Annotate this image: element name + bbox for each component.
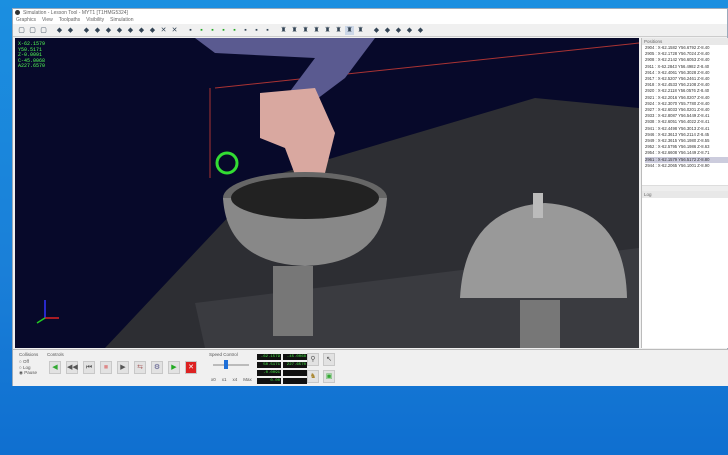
jump-button[interactable]: ⇆ (134, 361, 146, 374)
tool-2-icon[interactable]: ◆ (93, 26, 102, 35)
machine-4-icon[interactable]: ♜ (312, 26, 321, 35)
quad-view-icon[interactable]: ▢ (39, 26, 48, 35)
menu-view[interactable]: View (42, 17, 53, 24)
tool-marker (215, 151, 239, 175)
coordinate-readout: X-62.1579 Y50.5171 Z-0.0091 C-45.0068 A227.6… (18, 41, 46, 70)
close-x-icon[interactable]: ✕ (159, 26, 168, 35)
positions-panel: Positions 2904 : X-62.1582 Y56.6792 Z-8.… (641, 38, 728, 348)
rewind-start-button[interactable]: ◀ (49, 361, 61, 374)
machine-3-icon[interactable]: ♜ (301, 26, 310, 35)
machine-2-icon[interactable]: ♜ (290, 26, 299, 35)
axis-value-display: 50.5171 (257, 362, 281, 368)
coord-a: A227.6570 (18, 63, 46, 69)
speed-tick-label: x0 (211, 377, 216, 382)
menu-simulation[interactable]: Simulation (110, 17, 133, 24)
pedestal-left (273, 266, 313, 336)
split-view-icon[interactable]: ▢ (28, 26, 37, 35)
controls-label: Controls (47, 352, 64, 357)
speed-slider-thumb[interactable] (224, 360, 229, 369)
close-x2-icon[interactable]: ✕ (170, 26, 179, 35)
pointer-button[interactable]: ↖ (323, 353, 335, 366)
menu-toolpaths[interactable]: Toolpaths (59, 17, 80, 24)
machine-8-icon[interactable]: ♜ (356, 26, 365, 35)
fixture-button[interactable]: ▣ (323, 370, 335, 383)
simulation-scene (36, 38, 639, 348)
speed-tick-label: x1 (221, 377, 227, 382)
layer-5-icon[interactable]: ▪ (230, 26, 239, 35)
positions-list[interactable]: 2904 : X-62.1582 Y56.6792 Z-8.40 2905 : X… (642, 45, 728, 185)
search-icon[interactable]: ◆ (372, 26, 381, 35)
machine-6-icon[interactable]: ♜ (334, 26, 343, 35)
single-view-icon[interactable]: ▢ (17, 26, 26, 35)
machine-1-icon[interactable]: ♜ (279, 26, 288, 35)
collisions-label: Collisions (19, 352, 39, 357)
3d-viewport[interactable]: X-62.1579 Y50.5171 Z-0.0091 C-45.0068 A227.6… (15, 38, 639, 348)
play-button[interactable]: ▶ (168, 361, 180, 374)
control-panel: Collisions ○ Off ○ Log ◉ Pause Controls ◀ … (13, 349, 728, 386)
machine-5-icon[interactable]: ♜ (323, 26, 332, 35)
radio-label: Pause (24, 370, 37, 375)
axis-value-display (283, 370, 307, 376)
title-bar: Simulation - Lesson Tool - MYT1 [T1HMG53… (13, 9, 727, 17)
speed-tick-label: x4 (232, 377, 238, 382)
menu-bar: Graphics View Toolpaths Visibility Simul… (13, 17, 727, 24)
step-back-fast-button[interactable]: ◀◀ (66, 361, 78, 374)
tool-4-icon[interactable]: ◆ (115, 26, 124, 35)
person-icon[interactable]: ◆ (405, 26, 414, 35)
menu-visibility[interactable]: Visibility (86, 17, 104, 24)
zoom-icon[interactable]: ◆ (66, 26, 75, 35)
axis-y-icon (36, 317, 46, 324)
layer-1-icon[interactable]: ▪ (186, 26, 195, 35)
axis-value-display (283, 378, 307, 384)
bowl-inside (231, 177, 379, 219)
radio-label: Log (22, 364, 31, 370)
tool-3-icon[interactable]: ◆ (104, 26, 113, 35)
pointer-2-icon[interactable]: ◆ (383, 26, 392, 35)
layer-7-icon[interactable]: ▪ (252, 26, 261, 35)
tool-7-icon[interactable]: ◆ (148, 26, 157, 35)
axis-value-display: -62.1579 (257, 354, 281, 360)
axis-value-display: -45.0068 (283, 354, 307, 360)
axis-value-display: 227.6570 (283, 362, 307, 368)
axis-value-display: 0.00 (257, 378, 281, 384)
layer-8-icon[interactable]: ▪ (263, 26, 272, 35)
settings-icon[interactable]: ◆ (394, 26, 403, 35)
tool-1-icon[interactable]: ◆ (82, 26, 91, 35)
speed-slider[interactable] (213, 360, 249, 369)
axis-value-display: -0.0091 (257, 370, 281, 376)
position-item[interactable]: 2944 : X-62.2065 Y56.1001 Z-8.90 (645, 163, 728, 169)
machine-7-icon[interactable]: ♜ (345, 25, 354, 35)
positions-header: Positions (642, 38, 728, 45)
layer-2-icon[interactable]: ▪ (197, 26, 206, 35)
menu-graphics[interactable]: Graphics (16, 17, 36, 24)
reset-button[interactable]: ✕ (185, 361, 197, 374)
pointer-icon[interactable]: ◆ (55, 26, 64, 35)
speed-control-label: Speed Control (209, 352, 238, 357)
tool-5-icon[interactable]: ◆ (126, 26, 135, 35)
holder-button[interactable]: ♞ (307, 370, 319, 383)
layer-4-icon[interactable]: ▪ (219, 26, 228, 35)
stop-button[interactable]: ■ (100, 361, 112, 374)
window-title: Simulation - Lesson Tool - MYT1 [T1HMG53… (23, 10, 128, 16)
collision-radio-pause[interactable]: ◉ Pause (19, 370, 37, 376)
layer-3-icon[interactable]: ▪ (208, 26, 217, 35)
simulation-window: Simulation - Lesson Tool - MYT1 [T1HMG53… (12, 8, 728, 386)
radio-label: Off (22, 359, 29, 364)
gear-icon[interactable]: ◆ (416, 26, 425, 35)
log-header: Log (642, 191, 728, 198)
tool-view-button[interactable]: ⚲ (307, 353, 319, 366)
machine-step-button[interactable]: ⚙ (151, 361, 163, 374)
pedestal-right (520, 300, 560, 348)
layer-6-icon[interactable]: ▪ (241, 26, 250, 35)
app-logo-icon (15, 10, 20, 15)
dome-stud (533, 193, 543, 218)
speed-tick-label: Max (243, 377, 252, 382)
step-back-button[interactable]: ⏮ (83, 361, 95, 374)
step-forward-button[interactable]: ▶ (117, 361, 129, 374)
tool-6-icon[interactable]: ◆ (137, 26, 146, 35)
toolbar: ▢ ▢ ▢ ◆ ◆ ◆ ◆ ◆ ◆ ◆ ◆ ◆ ✕ ✕ ▪ ▪ ▪ ▪ ▪ ▪ ▪ ▪ ♜ ♜ ♜ ♜ ♜ ♜ ♜ ♜ ◆ ◆ ◆ ◆ ◆ (13, 24, 727, 37)
